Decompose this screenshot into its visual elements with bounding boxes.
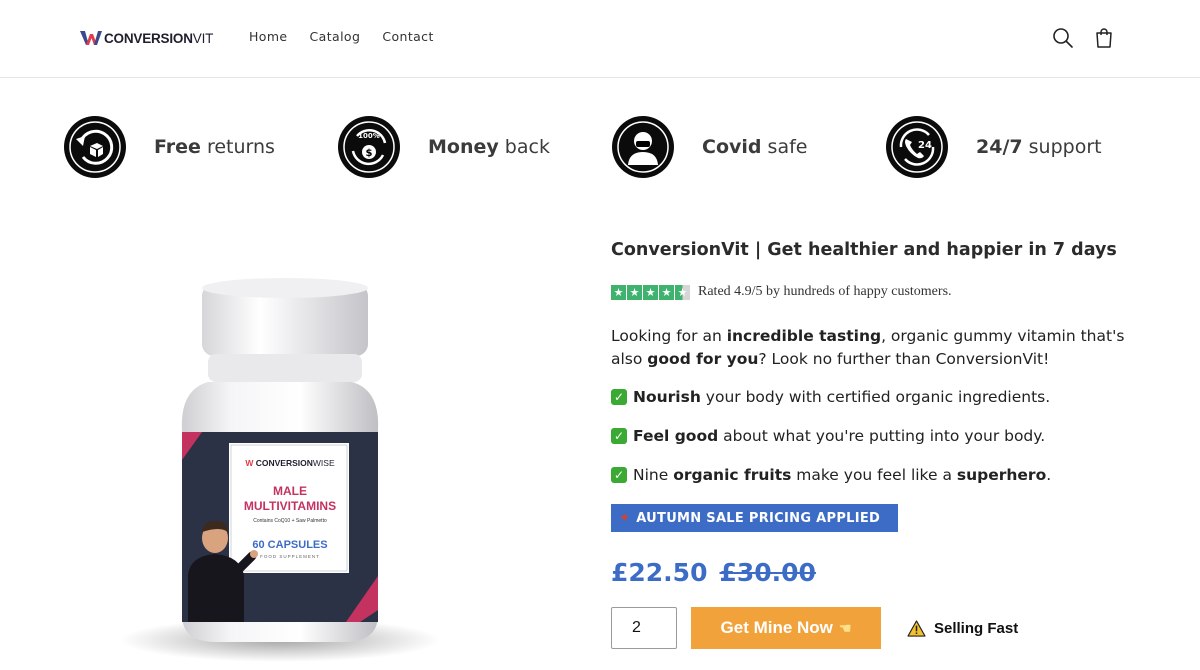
- svg-text:$: $: [366, 148, 373, 159]
- feature-label: Money back: [428, 136, 550, 158]
- checkmark-icon: ✓: [611, 389, 627, 405]
- svg-text:FOOD SUPPLEMENT: FOOD SUPPLEMENT: [260, 554, 320, 559]
- benefit-item: ✓ Nine organic fruits make you feel like…: [611, 466, 1051, 484]
- quantity-input[interactable]: 2: [611, 607, 677, 649]
- pointing-hand-icon: ☚: [838, 619, 852, 636]
- nav-contact[interactable]: Contact: [382, 29, 433, 44]
- half-star-icon: ★: [675, 284, 690, 300]
- checkmark-icon: ✓: [611, 428, 627, 444]
- star-icon: ★: [659, 284, 674, 300]
- feature-free-returns: Free returns: [64, 115, 275, 179]
- feature-label: Free returns: [154, 136, 275, 158]
- product-image[interactable]: W CONVERSIONWISE MALE MULTIVITAMINS Cont…: [120, 270, 440, 670]
- svg-text:24: 24: [918, 140, 932, 151]
- logo-text: CONVERSIONVIT: [104, 30, 214, 46]
- product-description: Looking for an incredible tasting, organ…: [611, 327, 1125, 368]
- star-icon: ★: [643, 284, 658, 300]
- money-back-icon: 100% $: [338, 116, 400, 178]
- svg-text:100%: 100%: [358, 132, 380, 140]
- benefit-item: ✓ Nourish your body with certified organ…: [611, 388, 1050, 406]
- warning-icon: [907, 620, 926, 637]
- sale-price: £22.50: [611, 558, 708, 587]
- product-info: ConversionVit | Get healthier and happie…: [611, 240, 1171, 649]
- search-icon[interactable]: [1051, 26, 1075, 50]
- svg-text:60 CAPSULES: 60 CAPSULES: [252, 539, 327, 551]
- feature-covid-safe: Covid safe: [612, 115, 807, 179]
- feature-money-back: 100% $ Money back: [338, 115, 550, 179]
- svg-text:W CONVERSIONWISE: W CONVERSIONWISE: [245, 458, 335, 468]
- sale-banner: ✦ AUTUMN SALE PRICING APPLIED: [611, 504, 898, 532]
- logo-mark-icon: [80, 31, 102, 45]
- phone-24-icon: 24: [886, 116, 948, 178]
- feature-support: 24 24/7 support: [886, 115, 1102, 179]
- product-title: ConversionVit | Get healthier and happie…: [611, 240, 1117, 260]
- checkmark-icon: ✓: [611, 467, 627, 483]
- feature-label: 24/7 support: [976, 136, 1102, 158]
- star-icon: ★: [611, 284, 626, 300]
- site-header: CONVERSIONVIT Home Catalog Contact: [0, 0, 1200, 78]
- star-rating: ★ ★ ★ ★ ★: [611, 284, 690, 300]
- main-nav: Home Catalog Contact: [249, 29, 434, 44]
- nav-home[interactable]: Home: [249, 29, 288, 44]
- nav-catalog[interactable]: Catalog: [310, 29, 361, 44]
- original-price: £30.00: [719, 558, 816, 587]
- feature-label: Covid safe: [702, 136, 808, 158]
- cart-icon[interactable]: [1092, 26, 1116, 50]
- maple-leaf-icon: ✦: [619, 510, 631, 526]
- selling-fast-notice: Selling Fast: [907, 620, 1018, 637]
- masked-person-icon: [612, 116, 674, 178]
- selling-fast-label: Selling Fast: [934, 620, 1019, 637]
- site-logo[interactable]: CONVERSIONVIT: [80, 26, 213, 50]
- svg-text:MALE: MALE: [273, 484, 307, 498]
- buy-button[interactable]: Get Mine Now ☚: [691, 607, 881, 649]
- svg-text:Contains CoQ10 + Saw Palmetto: Contains CoQ10 + Saw Palmetto: [253, 518, 327, 524]
- return-box-icon: [64, 116, 126, 178]
- star-icon: ★: [627, 284, 642, 300]
- price-block: £22.50 £30.00: [611, 558, 816, 587]
- rating: ★ ★ ★ ★ ★ Rated 4.9/5 by hundreds of hap…: [611, 284, 952, 300]
- rating-text: Rated 4.9/5 by hundreds of happy custome…: [698, 284, 952, 299]
- sale-banner-text: AUTUMN SALE PRICING APPLIED: [636, 510, 881, 526]
- benefit-item: ✓ Feel good about what you're putting in…: [611, 427, 1045, 445]
- buy-button-label: Get Mine Now: [720, 618, 833, 637]
- svg-text:MULTIVITAMINS: MULTIVITAMINS: [244, 499, 336, 513]
